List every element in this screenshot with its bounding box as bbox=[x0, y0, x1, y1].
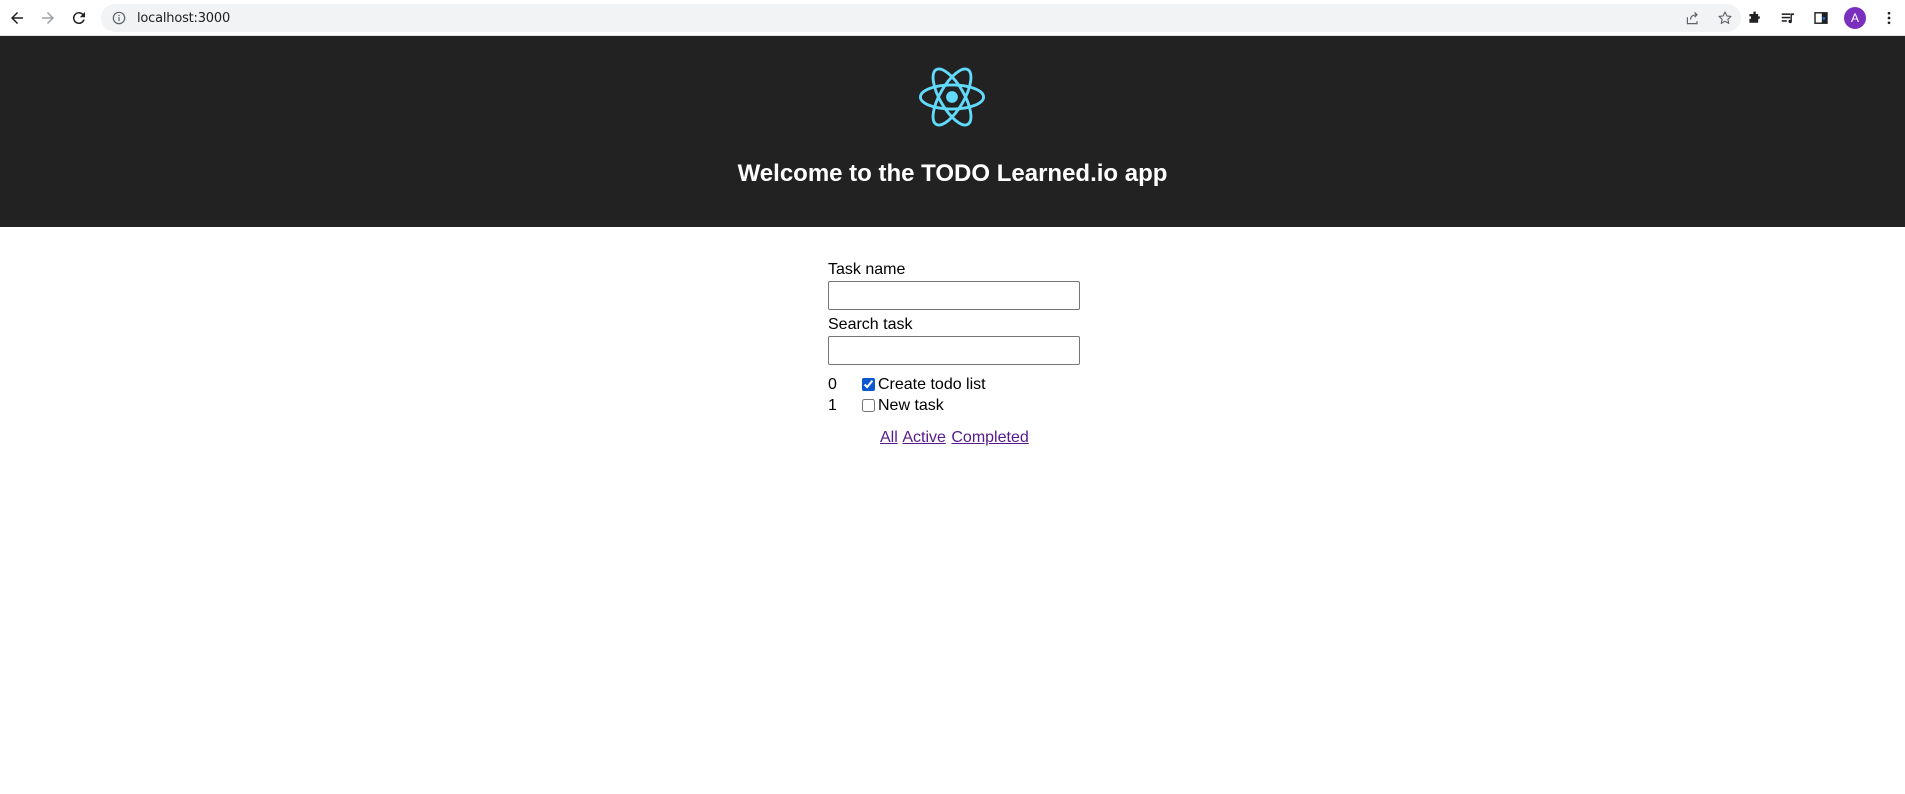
filter-active-link[interactable]: Active bbox=[902, 429, 946, 446]
react-logo-icon bbox=[919, 67, 985, 127]
app-header: Welcome to the TODO Learned.io app bbox=[0, 36, 1905, 227]
back-button[interactable] bbox=[3, 4, 31, 32]
star-icon[interactable] bbox=[1715, 8, 1735, 28]
info-icon[interactable] bbox=[111, 10, 127, 26]
media-queue-icon[interactable] bbox=[1778, 8, 1798, 28]
task-index: 1 bbox=[828, 396, 837, 414]
profile-avatar[interactable]: A bbox=[1844, 7, 1866, 29]
kebab-menu-icon[interactable] bbox=[1879, 8, 1899, 28]
reload-icon bbox=[72, 11, 85, 24]
forward-button[interactable] bbox=[34, 4, 62, 32]
arrow-right-icon bbox=[42, 11, 54, 24]
share-icon[interactable] bbox=[1683, 8, 1703, 28]
reload-button[interactable] bbox=[65, 4, 93, 32]
task-label: New task bbox=[878, 396, 944, 414]
task-name-input[interactable] bbox=[828, 281, 1080, 310]
search-task-label: Search task bbox=[828, 316, 913, 333]
task-checkbox[interactable] bbox=[862, 378, 875, 391]
task-label: Create todo list bbox=[878, 375, 986, 393]
list-item: 0 Create todo list bbox=[828, 374, 986, 395]
filter-completed-link[interactable]: Completed bbox=[951, 429, 1028, 446]
task-name-label: Task name bbox=[828, 261, 906, 278]
omnibox-actions bbox=[1683, 4, 1735, 32]
filter-all-link[interactable]: All bbox=[880, 429, 898, 446]
filter-links: All Active Completed bbox=[880, 429, 1030, 447]
puzzle-icon[interactable] bbox=[1745, 8, 1765, 28]
toolbar-actions: A bbox=[1745, 0, 1905, 36]
address-bar[interactable]: localhost:3000 bbox=[101, 4, 1741, 32]
task-index: 0 bbox=[828, 375, 837, 393]
task-form: Task name Search task bbox=[828, 261, 1080, 371]
search-task-input[interactable] bbox=[828, 336, 1080, 365]
task-list: 0 Create todo list 1 New task bbox=[828, 374, 986, 416]
page-title: Welcome to the TODO Learned.io app bbox=[737, 160, 1168, 187]
side-panel-icon[interactable] bbox=[1811, 8, 1831, 28]
browser-toolbar: localhost:3000 A bbox=[0, 0, 1905, 36]
task-checkbox[interactable] bbox=[862, 399, 875, 412]
url-text[interactable]: localhost:3000 bbox=[137, 11, 230, 26]
list-item: 1 New task bbox=[828, 395, 986, 416]
arrow-left-icon bbox=[11, 11, 23, 24]
